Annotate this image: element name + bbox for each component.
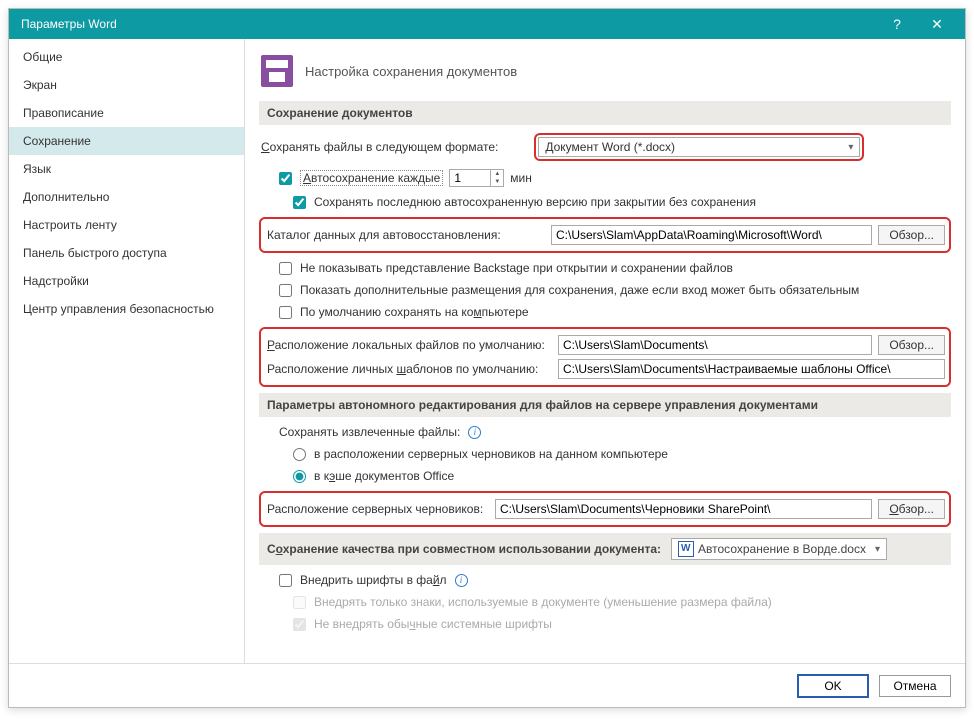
section-preserve-fidelity: Сохранение качества при совместном испол…: [259, 533, 951, 565]
spinner-down-icon[interactable]: ▼: [491, 178, 503, 186]
personal-templates-dir-input[interactable]: [558, 359, 945, 379]
local-files-dir-label: Расположение локальных файлов по умолчан…: [267, 338, 552, 352]
keep-last-autosave-label: Сохранять последнюю автосохраненную верс…: [314, 195, 756, 209]
section-save-documents: Сохранение документов: [259, 101, 951, 125]
autosave-unit: мин: [510, 171, 532, 185]
info-icon[interactable]: [468, 426, 481, 439]
close-button[interactable]: ✕: [917, 9, 957, 39]
ok-button[interactable]: OK: [797, 674, 869, 698]
save-format-label: Сохранять файлы в следующем формате:: [261, 140, 498, 154]
server-drafts-browse-button[interactable]: Обзор...: [878, 499, 945, 519]
office-cache-radio-label: в кэше документов Office: [314, 469, 454, 483]
titlebar: Параметры Word ? ✕: [9, 9, 965, 39]
sidebar-item-customize-ribbon[interactable]: Настроить ленту: [9, 211, 244, 239]
options-dialog: Параметры Word ? ✕ Общие Экран Правописа…: [8, 8, 966, 708]
no-system-fonts-checkbox: [293, 618, 306, 631]
save-to-computer-label: По умолчанию сохранять на компьютере: [300, 305, 529, 319]
office-cache-radio[interactable]: [293, 470, 306, 483]
save-format-select[interactable]: Документ Word (*.docx): [538, 137, 860, 157]
sidebar-item-proofing[interactable]: Правописание: [9, 99, 244, 127]
no-backstage-checkbox[interactable]: [279, 262, 292, 275]
section-preserve-fidelity-label: Сохранение качества при совместном испол…: [267, 542, 661, 556]
window-title: Параметры Word: [21, 17, 877, 31]
content-pane: Настройка сохранения документов Сохранен…: [245, 39, 965, 663]
save-disk-icon: [261, 55, 293, 87]
autosave-interval-input[interactable]: [450, 170, 490, 186]
section-offline-editing: Параметры автономного редактирования для…: [259, 393, 951, 417]
keep-last-autosave-checkbox[interactable]: [293, 196, 306, 209]
local-files-dir-input[interactable]: [558, 335, 872, 355]
spinner-up-icon[interactable]: ▲: [491, 170, 503, 178]
server-drafts-radio[interactable]: [293, 448, 306, 461]
no-backstage-label: Не показывать представление Backstage пр…: [300, 261, 733, 275]
save-to-computer-checkbox[interactable]: [279, 306, 292, 319]
embed-chars-only-label: Внедрять только знаки, используемые в до…: [314, 595, 772, 609]
info-icon[interactable]: [455, 574, 468, 587]
autorecover-browse-button[interactable]: Обзор...: [878, 225, 945, 245]
extra-save-places-checkbox[interactable]: [279, 284, 292, 297]
fidelity-document-select[interactable]: Автосохранение в Ворде.docx: [671, 538, 887, 560]
sidebar-item-trust-center[interactable]: Центр управления безопасностью: [9, 295, 244, 323]
category-sidebar: Общие Экран Правописание Сохранение Язык…: [9, 39, 245, 663]
sidebar-item-save[interactable]: Сохранение: [9, 127, 244, 155]
sidebar-item-addins[interactable]: Надстройки: [9, 267, 244, 295]
server-drafts-radio-label: в расположении серверных черновиков на д…: [314, 447, 668, 461]
extra-save-places-label: Показать дополнительные размещения для с…: [300, 283, 859, 297]
embed-fonts-checkbox[interactable]: [279, 574, 292, 587]
sidebar-item-advanced[interactable]: Дополнительно: [9, 183, 244, 211]
local-files-browse-button[interactable]: Обзор...: [878, 335, 945, 355]
autorecover-dir-input[interactable]: [551, 225, 872, 245]
page-subtitle: Настройка сохранения документов: [305, 64, 517, 79]
autosave-interval-spinner[interactable]: ▲▼: [449, 169, 504, 187]
help-button[interactable]: ?: [877, 9, 917, 39]
word-doc-icon: [678, 541, 694, 557]
autosave-checkbox[interactable]: [279, 172, 292, 185]
sidebar-item-display[interactable]: Экран: [9, 71, 244, 99]
server-drafts-dir-label: Расположение серверных черновиков:: [267, 502, 489, 516]
sidebar-item-language[interactable]: Язык: [9, 155, 244, 183]
embed-fonts-label: Внедрить шрифты в файл: [300, 573, 447, 587]
no-system-fonts-label: Не внедрять обычные системные шрифты: [314, 617, 552, 631]
sidebar-item-quick-access[interactable]: Панель быстрого доступа: [9, 239, 244, 267]
embed-chars-only-checkbox: [293, 596, 306, 609]
sidebar-item-general[interactable]: Общие: [9, 43, 244, 71]
save-extracted-label: Сохранять извлеченные файлы:: [279, 425, 460, 439]
autorecover-dir-label: Каталог данных для автовосстановления:: [267, 228, 545, 242]
autosave-label: Автосохранение каждые: [300, 170, 443, 186]
dialog-footer: OK Отмена: [9, 663, 965, 707]
cancel-button[interactable]: Отмена: [879, 675, 951, 697]
server-drafts-dir-input[interactable]: [495, 499, 872, 519]
personal-templates-dir-label: Расположение личных шаблонов по умолчани…: [267, 362, 552, 376]
